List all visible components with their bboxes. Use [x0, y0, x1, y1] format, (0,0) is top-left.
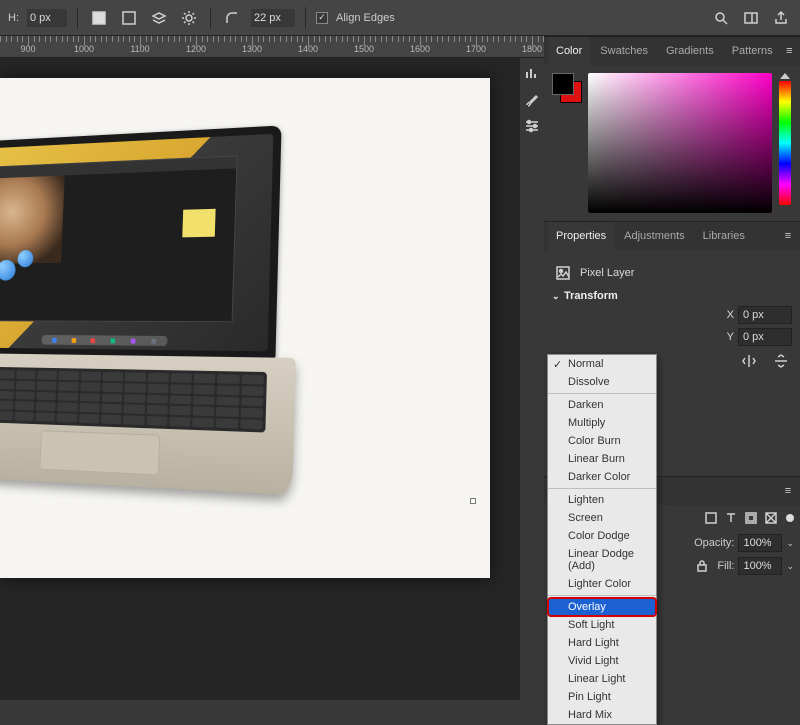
opacity-label: Opacity:	[694, 537, 734, 549]
blend-mode-item[interactable]: Dissolve	[548, 373, 656, 391]
transform-label: Transform	[564, 290, 618, 302]
ruler-tick-label: 1100	[130, 44, 149, 54]
flip-vertical-icon[interactable]	[770, 350, 792, 372]
color-field[interactable]	[588, 73, 772, 213]
tab-properties[interactable]: Properties	[548, 222, 614, 250]
height-field[interactable]	[27, 9, 67, 27]
ruler-tick-label: 1700	[466, 44, 486, 54]
filter-shape-icon[interactable]	[742, 509, 760, 527]
y-label: Y	[727, 331, 734, 343]
search-icon[interactable]	[710, 7, 732, 29]
blend-mode-item[interactable]: Darker Color	[548, 468, 656, 486]
panel-menu-icon[interactable]: ≡	[783, 45, 796, 57]
foreground-background-swatch[interactable]	[552, 73, 582, 103]
blend-mode-item[interactable]: Multiply	[548, 414, 656, 432]
mini-panel-strip	[520, 58, 544, 142]
blend-mode-item[interactable]: Overlay	[548, 598, 656, 616]
x-field[interactable]	[738, 306, 792, 324]
stack-icon[interactable]	[148, 7, 170, 29]
ruler-tick-label: 1600	[410, 44, 430, 54]
selection-handle[interactable]	[470, 498, 476, 504]
canvas-image	[0, 96, 449, 528]
transform-section-header[interactable]: ⌄ Transform	[552, 290, 792, 302]
canvas[interactable]	[0, 78, 490, 578]
blend-mode-item[interactable]: Lighter Color	[548, 575, 656, 593]
chevron-down-icon: ⌄	[552, 291, 560, 302]
fill-field[interactable]	[738, 557, 782, 575]
pixel-layer-icon	[552, 262, 574, 284]
tab-gradients[interactable]: Gradients	[658, 37, 722, 65]
flip-horizontal-icon[interactable]	[738, 350, 760, 372]
layer-type-label: Pixel Layer	[580, 267, 634, 279]
panel-menu-icon[interactable]: ≡	[780, 230, 796, 242]
filter-smart-icon[interactable]	[762, 509, 780, 527]
corner-radius-icon[interactable]	[221, 7, 243, 29]
color-picker-handle[interactable]	[610, 191, 620, 201]
blend-mode-item[interactable]: Color Dodge	[548, 527, 656, 545]
blend-mode-item[interactable]: Color Burn	[548, 432, 656, 450]
options-bar: H: ✓ Align Edges	[0, 0, 800, 36]
ruler-tick-label: 1500	[354, 44, 374, 54]
hue-slider[interactable]	[779, 81, 791, 205]
filter-type-icon[interactable]	[722, 509, 740, 527]
blend-mode-item[interactable]: Linear Burn	[548, 450, 656, 468]
tab-color[interactable]: Color	[548, 37, 590, 65]
blend-mode-item[interactable]: Hard Mix	[548, 706, 656, 724]
blend-mode-item[interactable]: Hard Light	[548, 634, 656, 652]
corner-radius-field[interactable]	[251, 9, 295, 27]
blend-mode-item[interactable]: Normal	[548, 355, 656, 373]
tab-patterns[interactable]: Patterns	[724, 37, 781, 65]
height-label: H:	[8, 12, 19, 24]
blend-mode-item[interactable]: Vivid Light	[548, 652, 656, 670]
y-field[interactable]	[738, 328, 792, 346]
tab-swatches[interactable]: Swatches	[592, 37, 656, 65]
panel-menu-icon[interactable]: ≡	[780, 485, 796, 497]
blend-mode-item[interactable]: Soft Light	[548, 616, 656, 634]
workspace	[0, 58, 520, 700]
ruler-tick-label: 1300	[242, 44, 262, 54]
fill-label: Fill:	[717, 560, 734, 572]
ruler-tick-label: 900	[20, 44, 35, 54]
fill-color-icon[interactable]	[88, 7, 110, 29]
blend-mode-item[interactable]: Lighten	[548, 491, 656, 509]
align-edges-label: Align Edges	[336, 12, 395, 24]
lock-icon[interactable]	[691, 555, 713, 577]
ruler-tick-label: 1400	[298, 44, 318, 54]
tab-libraries[interactable]: Libraries	[695, 222, 753, 250]
stroke-color-icon[interactable]	[118, 7, 140, 29]
color-panel: Color Swatches Gradients Patterns ≡	[544, 36, 800, 221]
share-icon[interactable]	[770, 7, 792, 29]
gear-icon[interactable]	[178, 7, 200, 29]
blend-mode-menu[interactable]: NormalDissolveDarkenMultiplyColor BurnLi…	[547, 354, 657, 725]
opacity-field[interactable]	[738, 534, 782, 552]
histogram-icon[interactable]	[522, 64, 542, 84]
blend-mode-item[interactable]: Linear Dodge (Add)	[548, 545, 656, 575]
align-edges-checkbox[interactable]: ✓	[316, 12, 328, 24]
dropdown-icon[interactable]: ⌄	[786, 561, 794, 572]
filter-pixel-icon[interactable]	[702, 509, 720, 527]
sliders-icon[interactable]	[522, 116, 542, 136]
blend-mode-item[interactable]: Darken	[548, 396, 656, 414]
blend-mode-item[interactable]: Linear Light	[548, 670, 656, 688]
brush-icon[interactable]	[522, 90, 542, 110]
workspace-icon[interactable]	[740, 7, 762, 29]
x-label: X	[727, 309, 734, 321]
dropdown-icon[interactable]: ⌄	[786, 538, 794, 549]
ruler-tick-label: 1000	[74, 44, 94, 54]
filter-toggle-icon[interactable]	[786, 514, 794, 522]
ruler-tick-label: 1800	[522, 44, 542, 54]
blend-mode-item[interactable]: Pin Light	[548, 688, 656, 706]
ruler-tick-label: 1200	[186, 44, 206, 54]
blend-mode-item[interactable]: Screen	[548, 509, 656, 527]
tab-adjustments[interactable]: Adjustments	[616, 222, 693, 250]
hue-marker-icon	[780, 73, 790, 79]
